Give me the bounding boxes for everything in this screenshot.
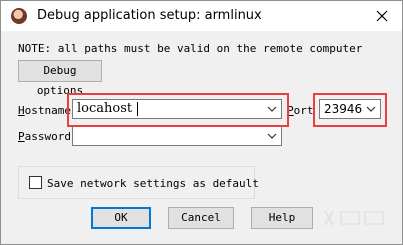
- close-button[interactable]: [372, 6, 392, 26]
- port-label-mnemonic: P: [287, 104, 294, 117]
- remote-paths-note: NOTE: all paths must be valid on the rem…: [18, 42, 363, 55]
- chevron-down-icon[interactable]: [366, 105, 376, 113]
- hostname-value: locahost: [77, 101, 133, 116]
- chevron-down-icon[interactable]: [267, 132, 277, 140]
- hostname-label-rest: ostname: [24, 104, 71, 117]
- port-value: 23946: [324, 102, 363, 116]
- window-title: Debug application setup: armlinux: [37, 8, 262, 23]
- close-icon: [376, 10, 388, 22]
- text-cursor: [137, 102, 138, 116]
- password-label: Password: [18, 130, 71, 143]
- hostname-combobox[interactable]: locahost: [72, 99, 282, 119]
- ok-button[interactable]: OK: [91, 207, 151, 229]
- watermark-logo-icon: [324, 210, 384, 226]
- debug-options-button[interactable]: Debug options: [18, 60, 102, 97]
- save-settings-label[interactable]: Save network settings as default: [47, 177, 259, 190]
- hostname-label: Hostname: [18, 104, 71, 117]
- cancel-button[interactable]: Cancel: [168, 207, 234, 229]
- title-bar: Debug application setup: armlinux: [1, 1, 402, 31]
- port-label-rest: ort: [293, 104, 314, 117]
- debug-setup-dialog: Debug application setup: armlinux NOTE: …: [0, 0, 403, 245]
- password-label-mnemonic: P: [18, 130, 25, 143]
- help-button[interactable]: Help: [251, 207, 313, 229]
- save-settings-checkbox[interactable]: [29, 176, 42, 189]
- hostname-label-mnemonic: H: [18, 104, 25, 117]
- chevron-down-icon[interactable]: [267, 105, 277, 113]
- port-combobox[interactable]: 23946: [319, 99, 381, 119]
- password-combobox[interactable]: [72, 126, 282, 146]
- port-label: Port: [287, 104, 314, 117]
- app-avatar-icon: [11, 8, 27, 24]
- password-label-rest: assword: [24, 130, 71, 143]
